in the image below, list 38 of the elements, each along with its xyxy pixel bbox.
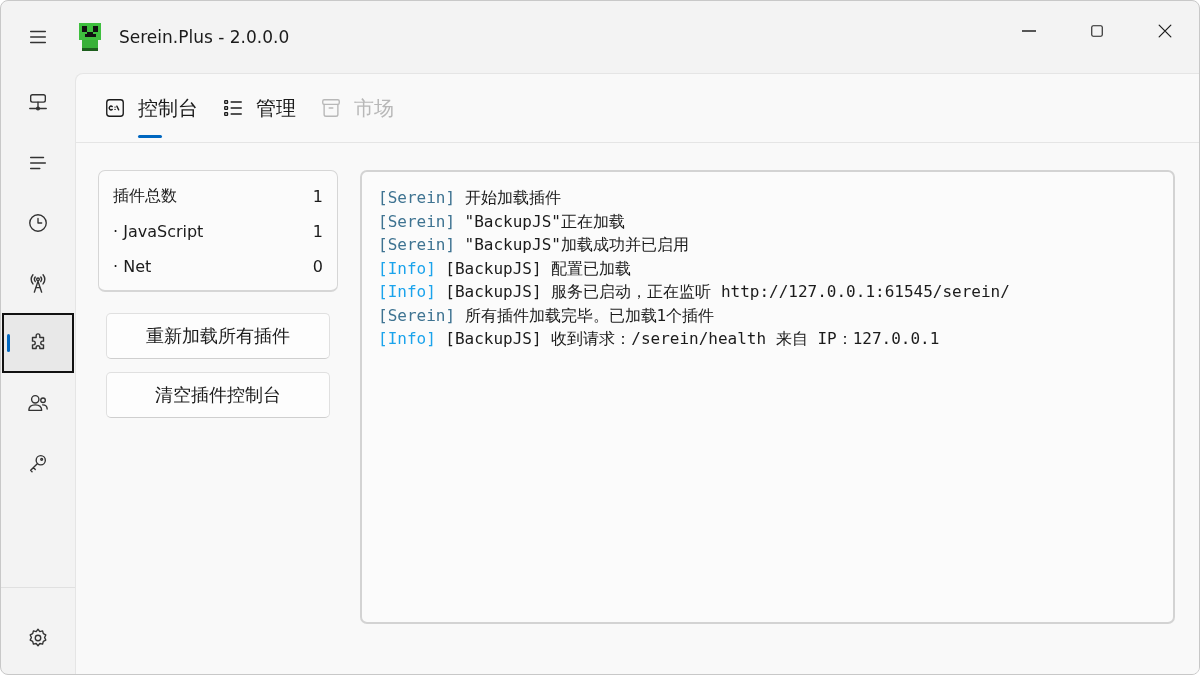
antenna-icon [27,272,49,294]
log-message: 开始加载插件 [464,187,561,209]
minimize-icon [1022,30,1036,32]
tab[interactable]: 控制台 [98,74,204,142]
log-message: [BackupJS] 收到请求：/serein/health 来自 IP：127.0.0.1 [445,328,940,350]
stat-label: · JavaScript [113,222,204,241]
log-tag: [Serein] [378,233,456,257]
log-tag: [Info] [378,280,436,304]
people-icon [27,392,49,414]
window-title: Serein.Plus - 2.0.0.0 [119,27,291,47]
archive-icon [320,97,342,119]
action-button[interactable]: 清空插件控制台 [106,372,330,418]
stat-label: 插件总数 [113,186,177,207]
nav-item[interactable] [4,315,72,371]
stat-label: · Net [113,257,152,276]
log-message: "BackupJS"正在加载 [464,210,625,233]
log-tag: [Info] [378,327,436,351]
log-message: [BackupJS] 服务已启动，正在监听 http://127.0.0.1:61545/serein/ [445,281,1010,303]
selection-indicator [7,334,10,352]
stat-value: 1 [312,222,323,241]
log-tag: [Serein] [378,209,456,233]
clock-icon [27,212,49,234]
log-tag: [Serein] [378,186,456,210]
maximize-icon [1088,22,1106,40]
creeper-logo [79,22,101,52]
tab[interactable]: 管理 [216,74,302,142]
log-message: 所有插件加载完毕。已加载1个插件 [464,304,715,327]
stat-value: 1 [312,187,323,206]
settings-icon [27,627,49,649]
log-tag: [Info] [378,256,436,280]
action-button[interactable]: 重新加载所有插件 [106,313,330,359]
log-tag: [Serein] [378,303,456,327]
console-icon [104,97,126,119]
key-icon [27,452,49,474]
stat-value: 0 [312,257,323,276]
list-icon [222,97,244,119]
log-message: [BackupJS] 配置已加载 [445,257,632,280]
log-message: "BackupJS"加载成功并已启用 [464,234,689,256]
